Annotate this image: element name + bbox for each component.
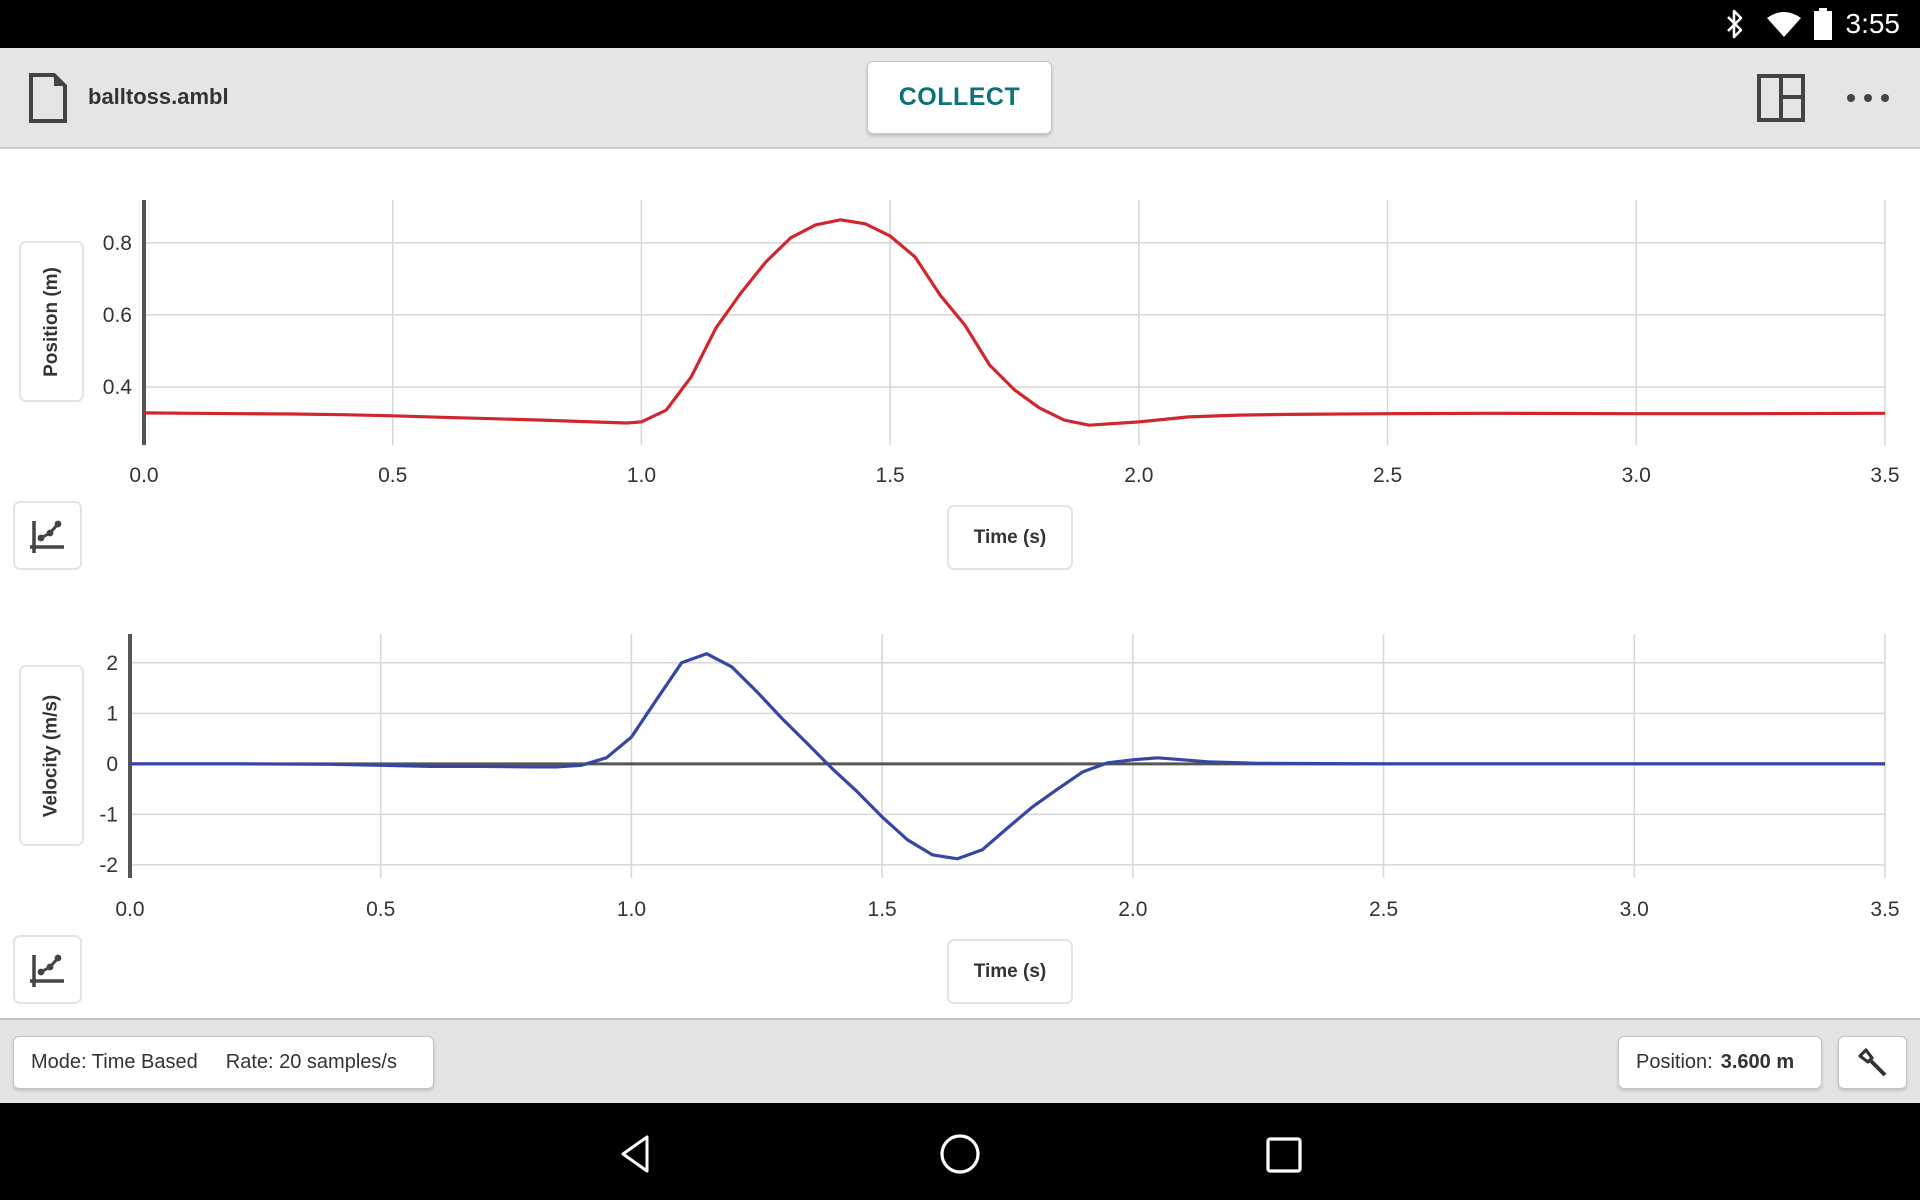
x-tick-label: 2.0 bbox=[1118, 898, 1147, 921]
sensor-readout[interactable]: Position: 3.600 m bbox=[1618, 1036, 1822, 1089]
file-name[interactable]: balltoss.ambl bbox=[88, 84, 229, 110]
y-tick-label: -1 bbox=[99, 803, 118, 826]
collect-button[interactable]: COLLECT bbox=[867, 61, 1052, 134]
probe-tool-icon bbox=[1857, 1047, 1886, 1076]
file-icon[interactable] bbox=[28, 72, 68, 124]
layout-icon[interactable] bbox=[1756, 73, 1808, 125]
x-axis-label: Time (s) bbox=[973, 526, 1047, 548]
x-axis-label-button[interactable]: Time (s) bbox=[947, 939, 1073, 1004]
x-tick-label: 2.0 bbox=[1124, 464, 1153, 487]
rate-text: Rate: 20 samples/s bbox=[225, 1051, 397, 1073]
x-axis-label-button[interactable]: Time (s) bbox=[947, 505, 1073, 570]
app-header: balltoss.ambl COLLECT bbox=[0, 48, 1920, 149]
graph-options-button[interactable] bbox=[13, 501, 82, 570]
x-tick-label: 3.5 bbox=[1870, 464, 1899, 487]
graph-options-icon bbox=[29, 520, 64, 553]
bluetooth-icon bbox=[1727, 9, 1743, 39]
status-bar: 3:55 bbox=[0, 0, 1920, 48]
y-tick-label: -2 bbox=[99, 854, 118, 877]
y-tick-label: 0.6 bbox=[103, 304, 132, 327]
recents-icon[interactable] bbox=[1264, 1135, 1304, 1175]
bottom-bar: Mode: Time Based Rate: 20 samples/s Posi… bbox=[0, 1018, 1920, 1103]
wifi-icon bbox=[1767, 12, 1801, 37]
position-graph[interactable]: 0.0 0.5 1.0 1.5 2.0 2.5 3.0 3.5 0.4 0.6 0.8 bbox=[0, 150, 1920, 490]
y-tick-label: 0.4 bbox=[103, 376, 133, 399]
x-tick-label: 1.5 bbox=[868, 898, 897, 921]
mode-rate-button[interactable]: Mode: Time Based Rate: 20 samples/s bbox=[13, 1036, 434, 1089]
status-time: 3:55 bbox=[1845, 8, 1901, 39]
series-line-position bbox=[143, 218, 1886, 427]
x-tick-label: 0.5 bbox=[366, 898, 395, 921]
x-tick-label: 3.5 bbox=[1870, 898, 1899, 921]
more-horizontal-icon[interactable] bbox=[1844, 88, 1892, 108]
navigation-bar bbox=[0, 1103, 1920, 1200]
graph-options-button[interactable] bbox=[13, 935, 82, 1004]
x-tick-label: 0.5 bbox=[378, 464, 407, 487]
home-icon[interactable] bbox=[938, 1132, 982, 1176]
x-tick-label: 2.5 bbox=[1369, 898, 1398, 921]
x-tick-label: 1.0 bbox=[617, 898, 646, 921]
sensor-readout-label: Position: bbox=[1636, 1051, 1713, 1073]
sensor-tool-button[interactable] bbox=[1838, 1036, 1907, 1089]
sensor-readout-value: 3.600 m bbox=[1720, 1051, 1795, 1073]
mode-text: Mode: Time Based bbox=[31, 1051, 198, 1073]
y-tick-label: 2 bbox=[106, 652, 118, 675]
y-tick-label: 0 bbox=[106, 753, 118, 776]
graph-options-icon bbox=[29, 954, 64, 987]
battery-icon bbox=[1814, 8, 1832, 40]
y-tick-label: 0.8 bbox=[103, 232, 132, 255]
series-line-velocity bbox=[130, 652, 1885, 861]
x-tick-label: 0.0 bbox=[129, 464, 158, 487]
x-axis-label: Time (s) bbox=[973, 960, 1047, 982]
x-tick-label: 3.0 bbox=[1620, 898, 1649, 921]
x-tick-label: 3.0 bbox=[1622, 464, 1651, 487]
back-icon[interactable] bbox=[618, 1134, 654, 1174]
x-tick-label: 1.5 bbox=[876, 464, 905, 487]
velocity-graph[interactable]: 0.0 0.5 1.0 1.5 2.0 2.5 3.0 3.5 2 1 0 -1 -2 bbox=[0, 600, 1920, 930]
x-tick-label: 0.0 bbox=[115, 898, 144, 921]
x-tick-label: 1.0 bbox=[627, 464, 656, 487]
y-tick-label: 1 bbox=[106, 702, 118, 725]
x-tick-label: 2.5 bbox=[1373, 464, 1402, 487]
